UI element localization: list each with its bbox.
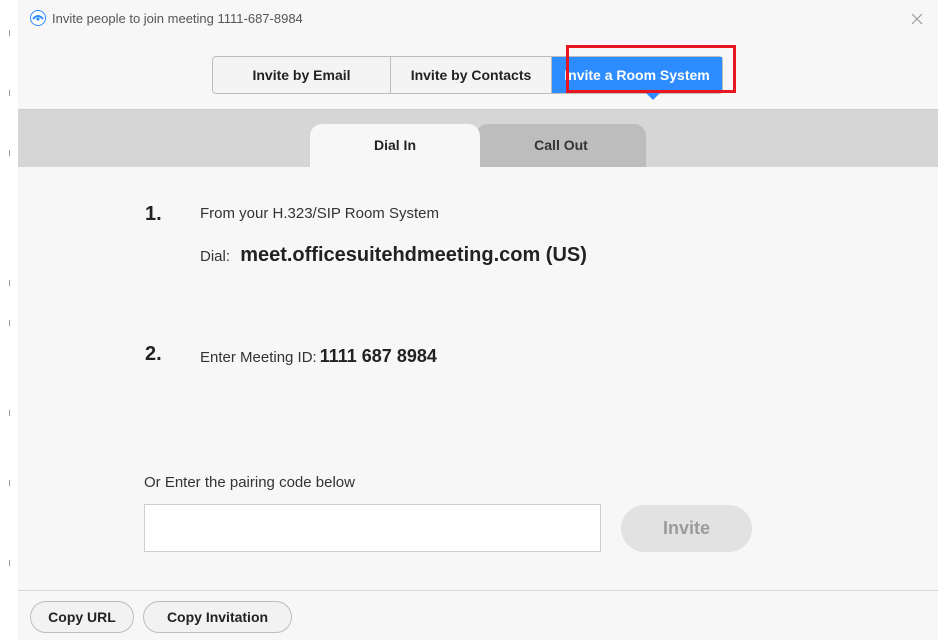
tab-invite-by-contacts[interactable]: Invite by Contacts	[391, 57, 552, 93]
invite-button[interactable]: Invite	[621, 505, 752, 552]
meeting-id-line: Enter Meeting ID: 1111 687 8984	[200, 346, 437, 367]
tab-call-out[interactable]: Call Out	[476, 124, 646, 167]
tab-invite-by-email[interactable]: Invite by Email	[213, 57, 391, 93]
window-title: Invite people to join meeting 1111-687-8…	[52, 11, 303, 26]
tab-invite-room-system[interactable]: Invite a Room System	[552, 57, 722, 93]
background-window-edge	[0, 0, 19, 640]
invite-dialog: Invite people to join meeting 1111-687-8…	[18, 0, 938, 640]
meeting-id-value: 1111 687 8984	[319, 346, 437, 366]
meeting-id-label: Enter Meeting ID:	[200, 349, 317, 366]
copy-invitation-button[interactable]: Copy Invitation	[143, 601, 292, 633]
invite-method-tabs: Invite by Email Invite by Contacts Invit…	[212, 56, 723, 94]
zoom-app-icon	[30, 10, 46, 26]
pairing-code-input[interactable]	[144, 504, 601, 552]
dial-label: Dial:	[200, 248, 231, 265]
selected-tab-caret	[646, 93, 660, 100]
close-icon[interactable]	[904, 6, 930, 32]
step-1-instruction: From your H.323/SIP Room System	[200, 205, 439, 222]
tab-dial-in[interactable]: Dial In	[310, 124, 480, 167]
dial-line: Dial: meet.officesuitehdmeeting.com (US)	[200, 244, 587, 267]
pairing-code-label: Or Enter the pairing code below	[144, 474, 355, 491]
step-2-number: 2.	[145, 343, 162, 365]
step-1-number: 1.	[145, 203, 162, 225]
footer-divider	[18, 590, 938, 591]
copy-url-button[interactable]: Copy URL	[30, 601, 134, 633]
title-bar: Invite people to join meeting 1111-687-8…	[18, 0, 938, 38]
dial-address: meet.officesuitehdmeeting.com (US)	[240, 244, 587, 266]
